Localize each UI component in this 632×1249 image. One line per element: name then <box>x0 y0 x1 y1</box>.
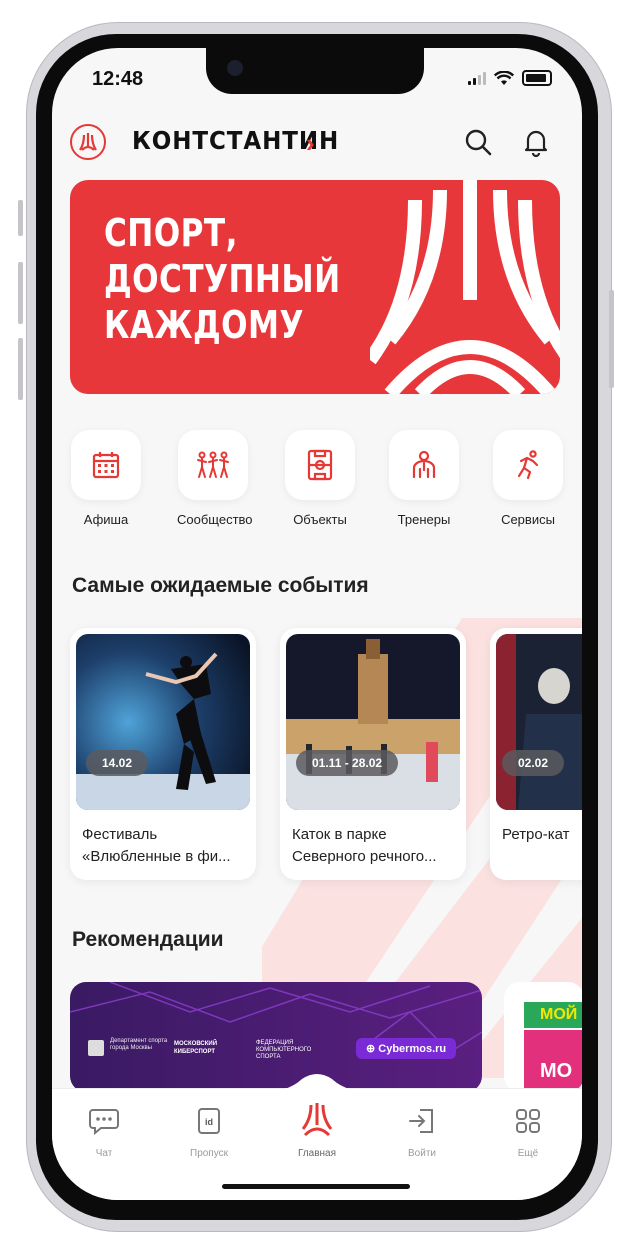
calendar-icon <box>92 452 120 479</box>
promo-banner[interactable]: СПОРТ, ДОСТУПНЫЙ КАЖДОМУ <box>70 180 560 394</box>
login-icon <box>409 1109 433 1133</box>
quick-trainers-tile[interactable] <box>389 430 459 500</box>
app-screen: 12:48 КОНТСТАНТИН › СПОРТ, ДОСТУПНЫЙ КАЖ… <box>52 48 582 1200</box>
event-date-badge: 01.11 - 28.02 <box>296 750 399 776</box>
tab-chat-label: Чат <box>95 1148 113 1159</box>
app-logo-icon[interactable] <box>70 124 106 160</box>
event-date-badge: 14.02 <box>86 750 149 776</box>
signal-icon <box>468 71 486 85</box>
tab-more[interactable]: Ещё <box>488 1107 568 1159</box>
org-label-1: Департамент спорта города Москвы <box>110 1038 168 1051</box>
quick-community[interactable]: Сообщество <box>177 430 253 527</box>
tab-chat[interactable]: Чат <box>64 1107 144 1159</box>
event-title-line: Фестиваль <box>82 826 158 843</box>
volume-down-button <box>18 338 23 400</box>
moy-label: МОЙ <box>524 1002 582 1028</box>
event-card[interactable]: 02.02 Ретро-кат <box>490 628 582 880</box>
trainer-icon <box>412 450 436 479</box>
event-title-line: Ретро-кат <box>502 826 570 843</box>
cybermos-badge-label: Cybermos.ru <box>378 1043 447 1055</box>
wifi-icon <box>494 70 514 85</box>
people-icon <box>197 451 229 478</box>
event-image <box>496 634 582 810</box>
id-card-icon: id <box>198 1108 220 1134</box>
cybermos-badge[interactable]: ⊕ Cybermos.ru <box>356 1038 457 1059</box>
tab-home[interactable]: Главная <box>277 1101 357 1159</box>
globe-icon: ⊕ <box>366 1043 379 1055</box>
tabbar-hump <box>257 1074 377 1093</box>
chat-icon <box>89 1109 119 1136</box>
banner-line-3: КАЖДОМУ <box>104 303 304 347</box>
event-date-badge: 02.02 <box>502 750 565 776</box>
runner-icon <box>517 450 539 480</box>
quick-objects[interactable]: Объекты <box>284 430 356 527</box>
search-icon[interactable] <box>462 126 494 158</box>
events-section-title: Самые ожидаемые события <box>72 574 369 597</box>
battery-icon <box>522 70 552 86</box>
status-time: 12:48 <box>92 68 144 90</box>
field-icon <box>307 449 333 481</box>
quick-afisha[interactable]: Афиша <box>70 430 142 527</box>
home-emblem-icon <box>301 1103 333 1137</box>
event-card[interactable]: 01.11 - 28.02 Каток в парке Северного ре… <box>280 628 466 880</box>
quick-community-tile[interactable] <box>178 430 248 500</box>
volume-up-button <box>18 262 23 324</box>
grid-icon <box>516 1109 540 1133</box>
quick-services-tile[interactable] <box>493 430 563 500</box>
recommendations-section-title: Рекомендации <box>72 928 224 951</box>
quick-services[interactable]: Сервисы <box>492 430 564 527</box>
recommendation-card-moy[interactable]: МОЙ МО <box>504 982 582 1092</box>
mute-switch <box>18 200 23 236</box>
org-label-3: ФЕДЕРАЦИЯ КОМПЬЮТЕРНОГО СПОРТА <box>256 1040 312 1060</box>
banner-emblem-icon <box>370 180 560 394</box>
front-camera <box>227 60 243 76</box>
tab-more-label: Ещё <box>517 1148 539 1159</box>
app-header: КОНТСТАНТИН › <box>70 122 570 166</box>
quick-afisha-label: Афиша <box>83 512 129 527</box>
quick-objects-label: Объекты <box>293 512 347 527</box>
event-title-line: Каток в парке <box>292 826 387 843</box>
event-title: Ретро-кат <box>502 824 582 846</box>
mo-label: МО <box>524 1030 582 1092</box>
tab-login[interactable]: Войти <box>382 1107 462 1159</box>
event-title: Фестиваль «Влюбленные в фи... <box>82 824 252 868</box>
home-indicator[interactable] <box>222 1184 410 1189</box>
tab-pass-label: Пропуск <box>190 1148 228 1159</box>
power-button <box>609 290 614 388</box>
event-title-line: «Влюбленные в фи... <box>82 848 231 865</box>
event-image <box>286 634 460 810</box>
quick-afisha-tile[interactable] <box>71 430 141 500</box>
moscow-emblem-icon <box>88 1040 104 1056</box>
quick-community-label: Сообщество <box>177 512 253 527</box>
banner-line-1: СПОРТ, <box>104 211 238 255</box>
banner-text: СПОРТ, ДОСТУПНЫЙ КАЖДОМУ <box>104 210 341 348</box>
tab-home-label: Главная <box>297 1148 337 1159</box>
bell-icon[interactable] <box>520 126 552 158</box>
banner-line-2: ДОСТУПНЫЙ <box>104 257 341 301</box>
event-card[interactable]: 14.02 Фестиваль «Влюбленные в фи... <box>70 628 256 880</box>
event-title-line: Северного речного... <box>292 848 437 865</box>
event-title: Каток в парке Северного речного... <box>292 824 462 868</box>
quick-trainers[interactable]: Тренеры <box>388 430 460 527</box>
quick-trainers-label: Тренеры <box>397 512 451 527</box>
quick-objects-tile[interactable] <box>285 430 355 500</box>
event-image <box>76 634 250 810</box>
svg-text:id: id <box>205 1117 213 1127</box>
chevron-right-icon[interactable]: › <box>306 128 315 159</box>
tab-pass[interactable]: id Пропуск <box>169 1107 249 1159</box>
quick-services-label: Сервисы <box>501 512 555 527</box>
org-label-2: МОСКОВСКИЙ КИБЕРСПОРТ <box>174 1041 218 1055</box>
status-icons <box>468 70 552 86</box>
tab-login-label: Войти <box>408 1148 436 1159</box>
